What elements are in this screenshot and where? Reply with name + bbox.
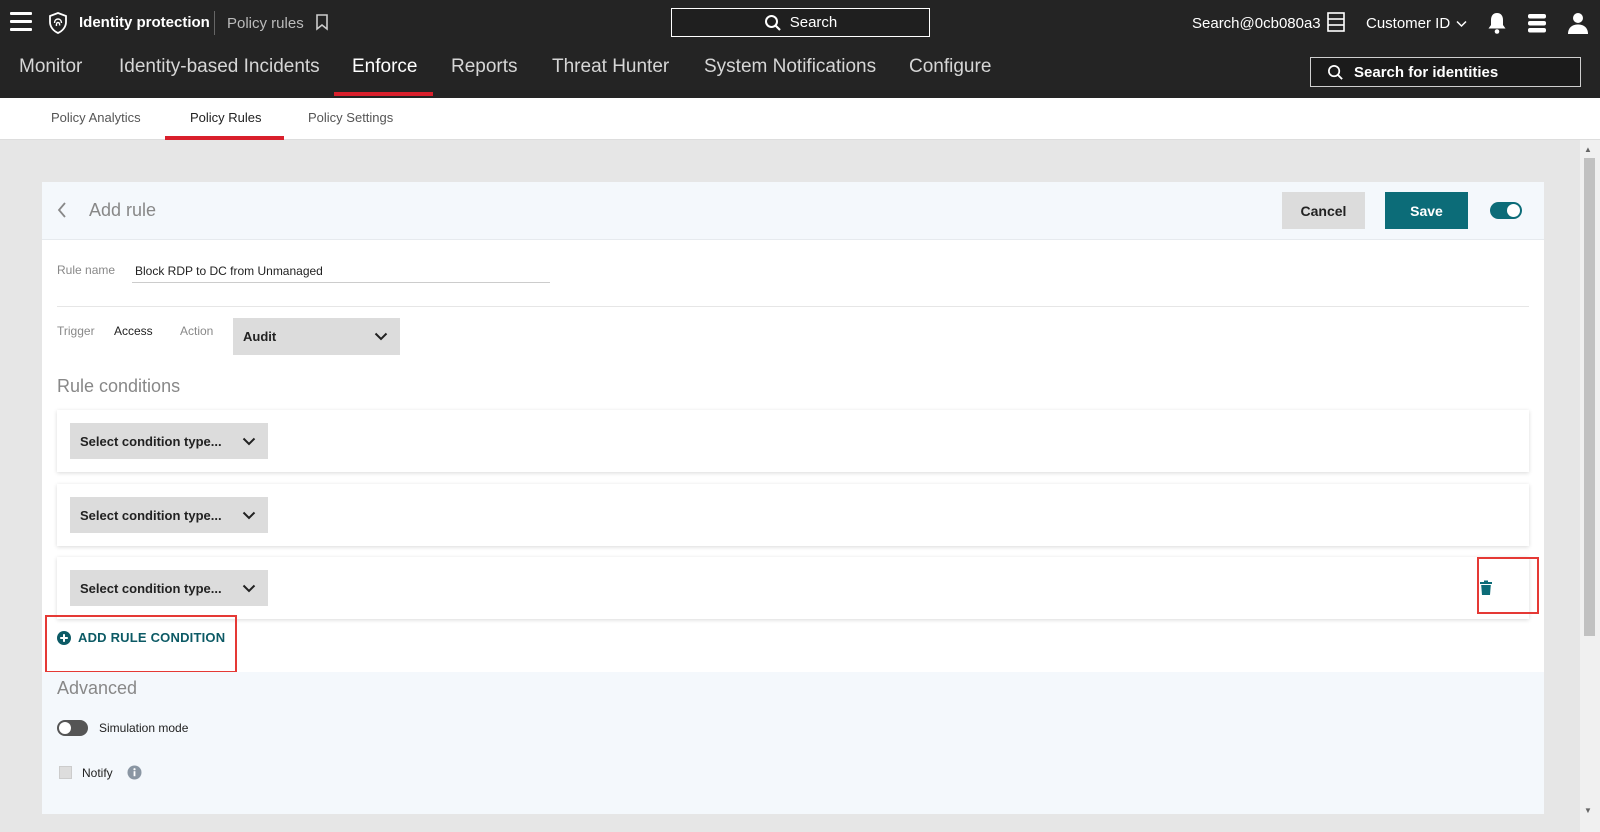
- nav-system-notifications[interactable]: System Notifications: [704, 56, 876, 78]
- customer-id-label: Customer ID: [1366, 15, 1451, 32]
- scroll-up-arrow-icon[interactable]: ▲: [1584, 145, 1592, 154]
- add-rule-condition-button[interactable]: ADD RULE CONDITION: [57, 630, 225, 645]
- action-label: Action: [180, 324, 214, 338]
- customer-id-dropdown[interactable]: Customer ID: [1366, 15, 1467, 32]
- global-search-button[interactable]: Search: [671, 8, 930, 37]
- nav-enforce[interactable]: Enforce: [352, 56, 417, 78]
- action-select-value: Audit: [243, 329, 277, 344]
- page-breadcrumb: Policy rules: [227, 15, 304, 32]
- scrollbar-thumb[interactable]: [1584, 158, 1595, 636]
- scroll-down-arrow-icon[interactable]: ▼: [1584, 806, 1592, 815]
- condition-row: Select condition type...: [57, 410, 1529, 472]
- user-profile-icon[interactable]: [1567, 11, 1589, 35]
- condition-row: Select condition type...: [57, 557, 1529, 619]
- rule-name-input[interactable]: [132, 259, 550, 283]
- add-rule-condition-label: ADD RULE CONDITION: [78, 630, 226, 645]
- save-button[interactable]: Save: [1385, 192, 1468, 229]
- subnav-policy-analytics[interactable]: Policy Analytics: [51, 110, 141, 125]
- nav-configure[interactable]: Configure: [909, 56, 991, 78]
- condition-type-select[interactable]: Select condition type...: [70, 570, 268, 606]
- section-divider: [57, 306, 1529, 307]
- notification-bell-icon[interactable]: [1486, 11, 1508, 35]
- trigger-value: Access: [114, 324, 153, 338]
- card-title: Add rule: [89, 200, 157, 220]
- condition-type-select[interactable]: Select condition type...: [70, 497, 268, 533]
- chevron-left-icon[interactable]: [56, 201, 68, 219]
- advanced-section: Advanced Simulation mode Notify: [42, 672, 1544, 814]
- stacked-layers-icon[interactable]: [1526, 12, 1548, 34]
- rule-conditions-title: Rule conditions: [57, 376, 181, 396]
- nav-identity-based-incidents[interactable]: Identity-based Incidents: [119, 56, 320, 78]
- chevron-down-icon: [374, 332, 388, 341]
- condition-type-select[interactable]: Select condition type...: [70, 423, 268, 459]
- hamburger-menu-icon[interactable]: [10, 12, 32, 32]
- chevron-down-icon: [242, 437, 256, 445]
- database-icon[interactable]: [1326, 11, 1346, 33]
- search-icon: [1328, 64, 1343, 80]
- action-select[interactable]: Audit: [233, 318, 400, 355]
- condition-type-placeholder: Select condition type...: [80, 433, 222, 449]
- notify-label: Notify: [82, 766, 113, 780]
- add-rule-card: Add rule Cancel Save Rule name Trigger A…: [42, 182, 1544, 814]
- simulation-mode-toggle[interactable]: [57, 720, 88, 736]
- rule-enabled-toggle[interactable]: [1490, 202, 1522, 219]
- active-nav-indicator: [334, 92, 433, 96]
- condition-type-placeholder: Select condition type...: [80, 507, 222, 523]
- chevron-down-icon: [1456, 20, 1467, 27]
- condition-type-placeholder: Select condition type...: [80, 580, 222, 596]
- simulation-mode-label: Simulation mode: [99, 721, 189, 735]
- active-subnav-indicator: [165, 136, 284, 140]
- notify-checkbox[interactable]: [59, 766, 72, 779]
- search-icon: [764, 14, 781, 31]
- nav-reports[interactable]: Reports: [451, 56, 518, 78]
- bookmark-icon[interactable]: [315, 14, 329, 31]
- app-title: Identity protection: [79, 14, 210, 31]
- rule-name-label: Rule name: [57, 263, 116, 277]
- plus-circle-icon: [57, 630, 71, 645]
- top-bar: Identity protection Policy rules Search …: [0, 0, 1600, 46]
- trash-icon[interactable]: [1479, 580, 1493, 596]
- subnav-policy-rules[interactable]: Policy Rules: [190, 110, 262, 125]
- identity-search-placeholder: Search for identities: [1354, 63, 1499, 81]
- cancel-button[interactable]: Cancel: [1282, 192, 1365, 229]
- nav-monitor[interactable]: Monitor: [19, 56, 82, 78]
- advanced-title: Advanced: [57, 678, 138, 698]
- info-icon[interactable]: [127, 765, 142, 780]
- user-email: Search@0cb080a3: [1192, 15, 1321, 32]
- global-search-label: Search: [789, 14, 838, 31]
- condition-row: Select condition type...: [57, 484, 1529, 546]
- subnav-policy-settings[interactable]: Policy Settings: [308, 110, 393, 125]
- vertical-scrollbar[interactable]: ▲ ▼: [1580, 140, 1600, 832]
- identity-search-input[interactable]: Search for identities: [1310, 57, 1581, 87]
- chevron-down-icon: [242, 511, 256, 519]
- nav-threat-hunter[interactable]: Threat Hunter: [552, 56, 669, 78]
- trigger-label: Trigger: [57, 324, 95, 338]
- title-divider: [214, 11, 215, 35]
- fingerprint-shield-icon: [49, 12, 67, 34]
- sub-navigation: Policy Analytics Policy Rules Policy Set…: [0, 98, 1600, 140]
- chevron-down-icon: [242, 584, 256, 592]
- card-header: Add rule Cancel Save: [42, 182, 1544, 240]
